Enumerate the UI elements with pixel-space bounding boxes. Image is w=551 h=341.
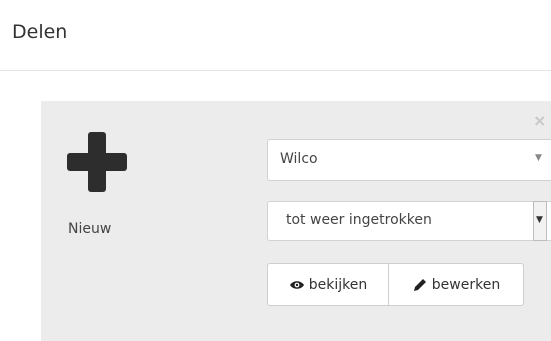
view-button[interactable]: bekijken (268, 264, 389, 305)
share-dialog: Delen × Nieuw Wilco ▼ tot weer ingetrokk… (0, 0, 551, 341)
duration-select-value: tot weer ingetrokken (286, 212, 432, 228)
plus-icon[interactable] (67, 132, 127, 192)
edit-button[interactable]: bewerken (389, 264, 523, 305)
chevron-down-icon: ▼ (536, 215, 543, 225)
permission-button-group: bekijken bewerken (267, 263, 524, 306)
eye-icon (289, 280, 304, 289)
new-label[interactable]: Nieuw (68, 221, 111, 237)
user-select[interactable]: Wilco ▼ (267, 139, 551, 181)
pencil-icon (413, 278, 426, 291)
chevron-down-icon: ▼ (535, 153, 542, 163)
duration-select[interactable]: tot weer ingetrokken ▼ (267, 201, 551, 241)
dialog-header: Delen (0, 0, 551, 71)
share-entry-panel: × Nieuw Wilco ▼ tot weer ingetrokken ▼ b… (41, 101, 551, 341)
user-select-value: Wilco (280, 151, 318, 167)
dialog-title: Delen (12, 21, 68, 43)
close-icon[interactable]: × (533, 111, 546, 130)
dropdown-toggle[interactable]: ▼ (533, 201, 547, 241)
view-button-label: bekijken (308, 276, 368, 293)
edit-button-label: bewerken (431, 276, 501, 293)
